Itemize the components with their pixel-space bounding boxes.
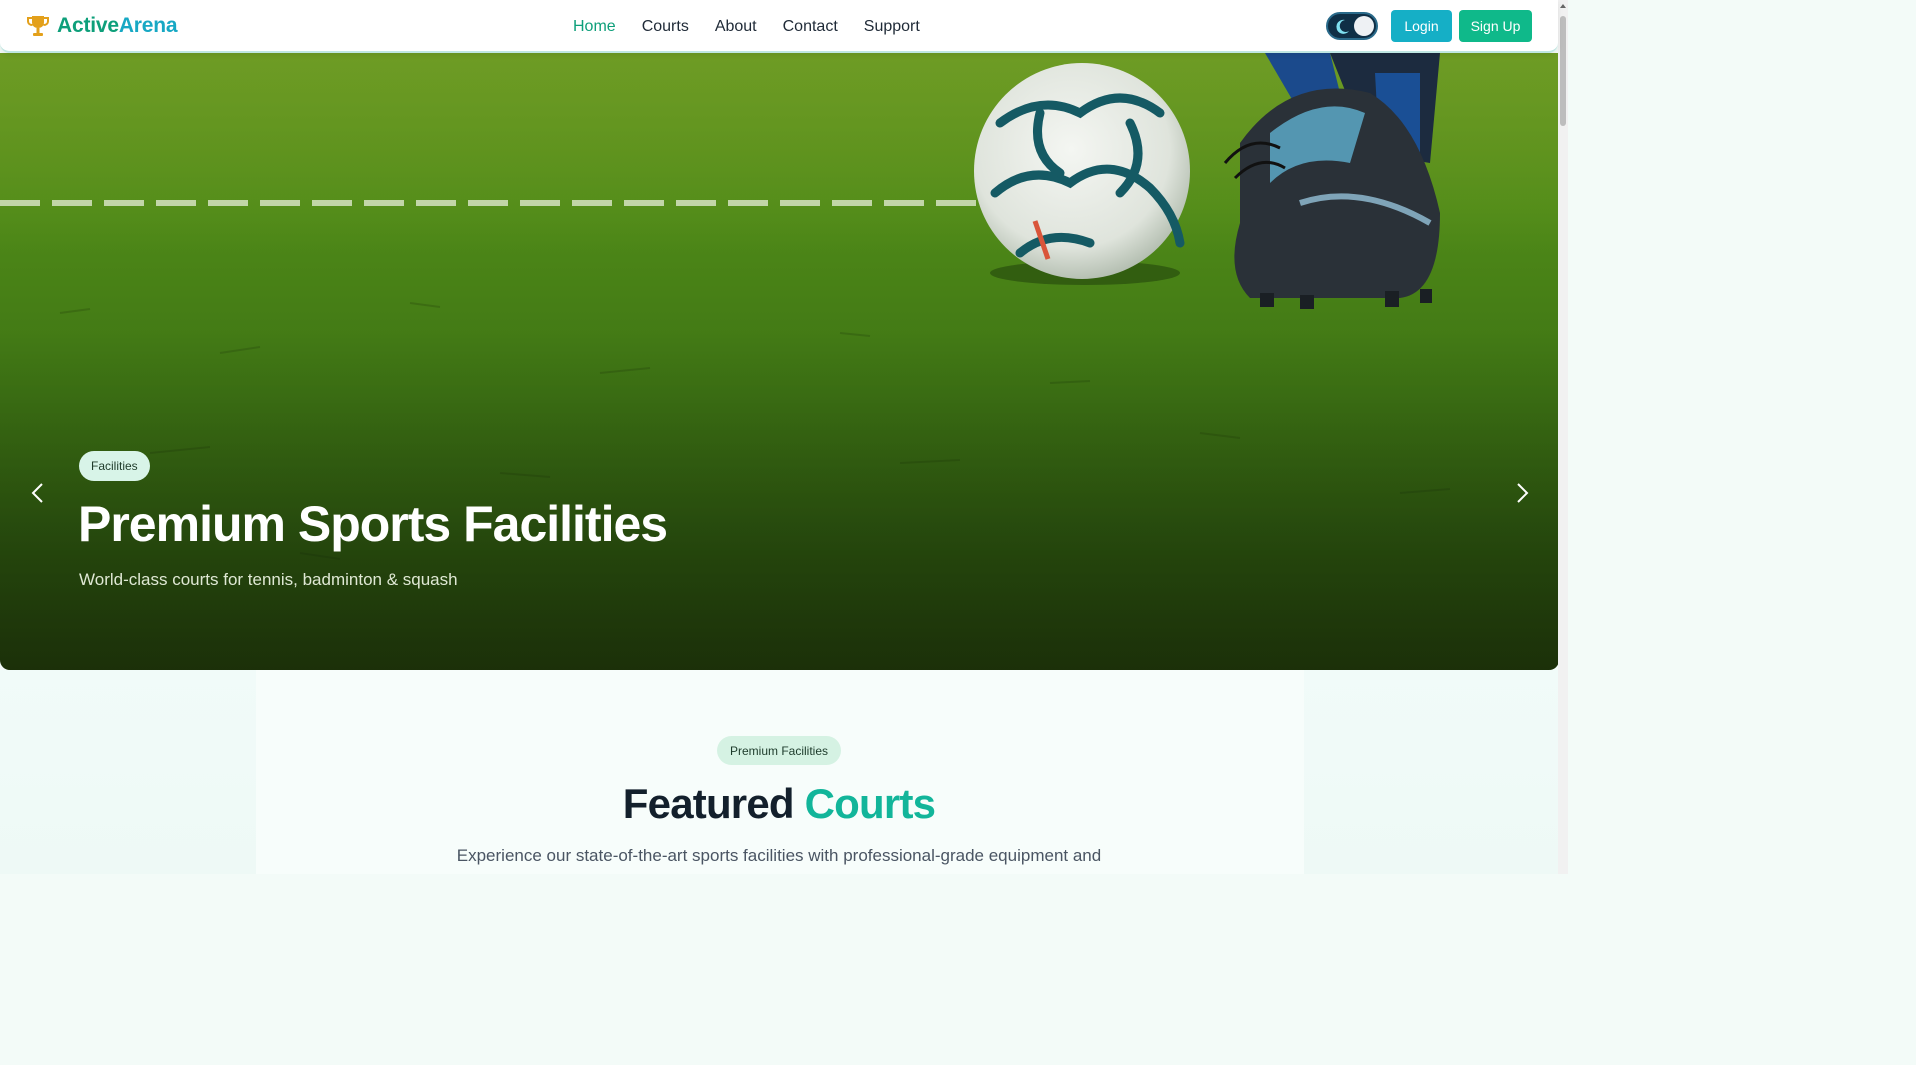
login-button[interactable]: Login: [1391, 10, 1452, 42]
brand-name-part2: Arena: [118, 14, 178, 37]
section-title-main: Featured: [622, 780, 795, 827]
nav-about[interactable]: About: [702, 18, 770, 36]
chevron-left-icon[interactable]: [28, 481, 48, 505]
brand-name: ActiveArena: [57, 14, 178, 38]
main-nav: Home Courts About Contact Support: [560, 0, 933, 53]
scroll-up-arrow-icon[interactable]: [1560, 4, 1566, 8]
featured-panel: [256, 670, 1304, 874]
theme-toggle[interactable]: [1326, 12, 1378, 40]
page-scrollbar[interactable]: [1558, 0, 1568, 874]
brand-logo[interactable]: ActiveArena: [25, 13, 178, 39]
hero-title: Premium Sports Facilities: [78, 496, 668, 552]
moon-icon: [1336, 19, 1349, 34]
section-description: Experience our state-of-the-art sports f…: [456, 846, 1102, 865]
hero-tag: Facilities: [79, 451, 150, 481]
trophy-icon: [27, 16, 49, 36]
brand-name-part1: Active: [57, 14, 119, 37]
nav-courts[interactable]: Courts: [629, 18, 702, 36]
featured-courts-section: Premium Facilities Featured Courts Exper…: [0, 670, 1558, 874]
section-pill: Premium Facilities: [717, 736, 842, 765]
top-navbar: ActiveArena Home Courts About Contact Su…: [0, 0, 1558, 53]
section-title-accent: Courts: [804, 780, 936, 827]
chevron-right-icon[interactable]: [1512, 481, 1532, 505]
scrollbar-thumb[interactable]: [1560, 16, 1566, 126]
nav-contact[interactable]: Contact: [770, 18, 851, 36]
section-title: Featured Courts: [0, 780, 1558, 828]
hero-carousel: Facilities Premium Sports Facilities Wor…: [0, 53, 1559, 670]
toggle-knob: [1354, 16, 1374, 36]
signup-button[interactable]: Sign Up: [1459, 10, 1532, 42]
hero-subtitle: World-class courts for tennis, badminton…: [79, 570, 458, 589]
nav-support[interactable]: Support: [851, 18, 933, 36]
nav-home[interactable]: Home: [560, 18, 629, 36]
